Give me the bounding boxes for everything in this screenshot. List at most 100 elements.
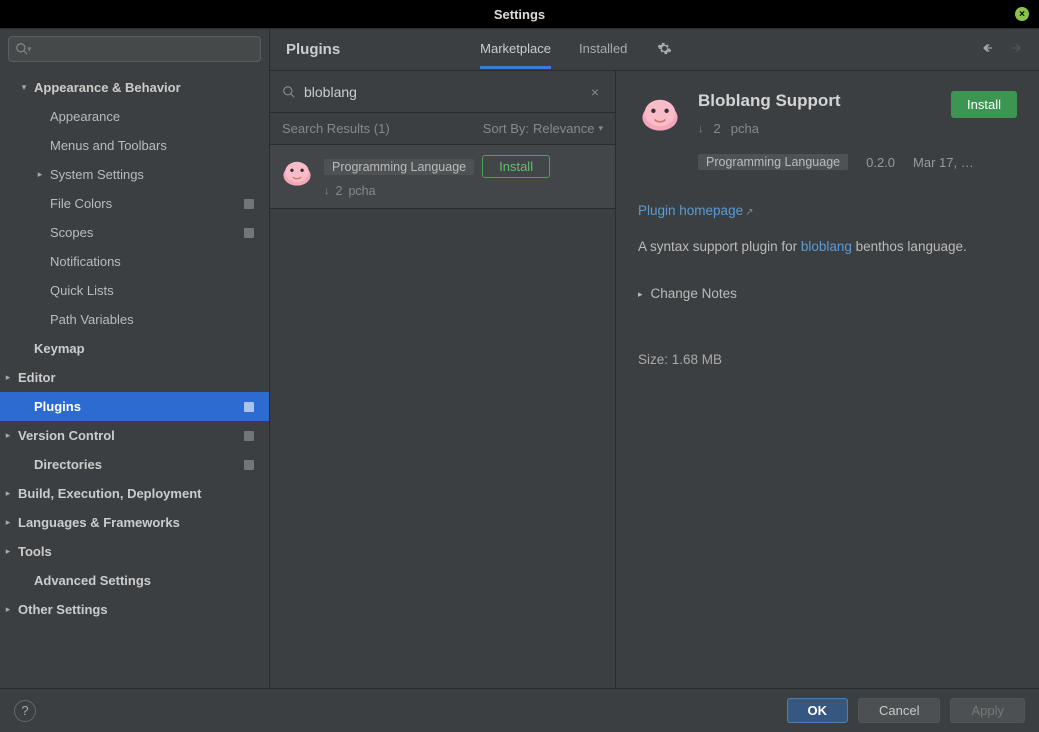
tree-editor[interactable]: ▸Editor (0, 363, 269, 392)
author: pcha (731, 121, 759, 136)
tree-tools[interactable]: ▸Tools (0, 537, 269, 566)
plugin-homepage-link[interactable]: Plugin homepage (638, 203, 743, 218)
project-scope-icon (243, 401, 255, 413)
cancel-button[interactable]: Cancel (858, 698, 940, 723)
split-pane: × Search Results (1) Sort By: Relevance … (270, 71, 1039, 688)
download-count: 2 (714, 121, 721, 136)
search-icon (282, 85, 296, 99)
tree-version-control[interactable]: ▸Version Control (0, 421, 269, 450)
detail-title-block: Bloblang Support ↓ 2 pcha (698, 91, 935, 136)
sidebar-search[interactable]: ▾ (8, 36, 261, 62)
download-icon: ↓ (324, 185, 330, 197)
detail-pane: Bloblang Support ↓ 2 pcha Install Progra… (616, 71, 1039, 688)
category-tag: Programming Language (698, 154, 848, 170)
chevron-down-icon: ▾ (18, 82, 30, 93)
titlebar: Settings × (0, 0, 1039, 28)
sort-by-dropdown[interactable]: Sort By: Relevance ▾ (483, 121, 603, 136)
tree-plugins[interactable]: Plugins (0, 392, 269, 421)
result-item[interactable]: Programming Language Install ↓ 2 pcha (270, 144, 615, 209)
size-label: Size: 1.68 MB (638, 347, 1017, 373)
version-label: 0.2.0 (866, 155, 895, 170)
tree-appearance-behavior[interactable]: ▾Appearance & Behavior (0, 73, 269, 102)
chevron-right-icon: ▸ (2, 430, 14, 441)
window-close-button[interactable]: × (1015, 7, 1029, 21)
change-notes-toggle[interactable]: ▸ Change Notes (638, 281, 1017, 307)
search-results-pane: × Search Results (1) Sort By: Relevance … (270, 71, 616, 688)
download-count: 2 (336, 184, 343, 198)
external-link-icon: ↗ (745, 207, 753, 218)
chevron-right-icon: ▸ (2, 604, 14, 615)
tree-quick-lists[interactable]: Quick Lists (0, 276, 269, 305)
tree-keymap[interactable]: Keymap (0, 334, 269, 363)
plugin-search-input[interactable] (304, 84, 587, 100)
ok-button[interactable]: OK (787, 698, 849, 723)
chevron-right-icon: ▸ (638, 286, 643, 303)
clear-search-button[interactable]: × (587, 84, 603, 100)
desc-post: benthos language. (852, 239, 967, 254)
results-count: Search Results (1) (282, 121, 390, 136)
plugin-icon (638, 91, 682, 135)
chevron-right-icon: ▸ (2, 546, 14, 557)
detail-meta: ↓ 2 pcha (698, 121, 935, 136)
sort-label: Sort By: (483, 121, 529, 136)
back-button[interactable] (981, 41, 995, 58)
author: pcha (348, 184, 375, 198)
result-main: Programming Language Install ↓ 2 pcha (324, 155, 605, 198)
tree-file-colors[interactable]: File Colors (0, 189, 269, 218)
description: A syntax support plugin for bloblang ben… (638, 234, 1017, 260)
footer-buttons: OK Cancel Apply (787, 698, 1026, 723)
forward-button[interactable] (1009, 41, 1023, 58)
tree-menus-toolbars[interactable]: Menus and Toolbars (0, 131, 269, 160)
tree-build-exec[interactable]: ▸Build, Execution, Deployment (0, 479, 269, 508)
dropdown-caret-icon: ▾ (27, 44, 32, 55)
dialog-footer: ? OK Cancel Apply (0, 688, 1039, 732)
tree-lang-frameworks[interactable]: ▸Languages & Frameworks (0, 508, 269, 537)
category-tag: Programming Language (324, 159, 474, 175)
desc-pre: A syntax support plugin for (638, 239, 801, 254)
settings-sidebar: ▾ ▾Appearance & Behavior Appearance Menu… (0, 29, 270, 688)
chevron-right-icon: ▸ (2, 517, 14, 528)
tab-bar: Marketplace Installed (480, 31, 627, 69)
chevron-down-icon: ▾ (598, 123, 603, 134)
tree-directories[interactable]: Directories (0, 450, 269, 479)
window-title: Settings (494, 7, 545, 22)
sidebar-search-wrap: ▾ (0, 29, 269, 69)
result-meta: ↓ 2 pcha (324, 184, 605, 198)
homepage-row: Plugin homepage↗ (638, 198, 1017, 224)
detail-header: Bloblang Support ↓ 2 pcha Install (638, 91, 1017, 136)
help-button[interactable]: ? (14, 700, 36, 722)
result-top: Programming Language Install (324, 155, 605, 178)
plugins-toolbar: Plugins Marketplace Installed (270, 29, 1039, 71)
settings-tree: ▾Appearance & Behavior Appearance Menus … (0, 69, 269, 688)
tree-notifications[interactable]: Notifications (0, 247, 269, 276)
change-notes-label: Change Notes (651, 281, 737, 307)
detail-body: Plugin homepage↗ A syntax support plugin… (638, 198, 1017, 373)
nav-buttons (981, 41, 1023, 58)
project-scope-icon (243, 459, 255, 471)
bloblang-link[interactable]: bloblang (801, 239, 852, 254)
settings-window: Settings × ▾ ▾Appearance & Behavior Appe… (0, 0, 1039, 732)
plugin-icon (280, 155, 314, 189)
window-body: ▾ ▾Appearance & Behavior Appearance Menu… (0, 28, 1039, 688)
plugin-search-row: × (270, 71, 615, 113)
download-icon: ↓ (698, 123, 704, 135)
tree-advanced[interactable]: Advanced Settings (0, 566, 269, 595)
tab-installed[interactable]: Installed (579, 41, 627, 69)
tree-path-variables[interactable]: Path Variables (0, 305, 269, 334)
install-button[interactable]: Install (951, 91, 1017, 118)
page-title: Plugins (286, 41, 340, 58)
apply-button[interactable]: Apply (950, 698, 1025, 723)
gear-icon[interactable] (657, 41, 672, 59)
install-button-small[interactable]: Install (482, 155, 550, 178)
tree-appearance[interactable]: Appearance (0, 102, 269, 131)
date-label: Mar 17, … (913, 155, 974, 170)
content-pane: Plugins Marketplace Installed × (270, 29, 1039, 688)
sort-value: Relevance (533, 121, 594, 136)
chevron-right-icon: ▸ (2, 372, 14, 383)
detail-info-row: Programming Language 0.2.0 Mar 17, … (698, 154, 1017, 170)
tree-system-settings[interactable]: ▸System Settings (0, 160, 269, 189)
tree-other-settings[interactable]: ▸Other Settings (0, 595, 269, 624)
chevron-right-icon: ▸ (2, 488, 14, 499)
tab-marketplace[interactable]: Marketplace (480, 41, 551, 69)
tree-scopes[interactable]: Scopes (0, 218, 269, 247)
